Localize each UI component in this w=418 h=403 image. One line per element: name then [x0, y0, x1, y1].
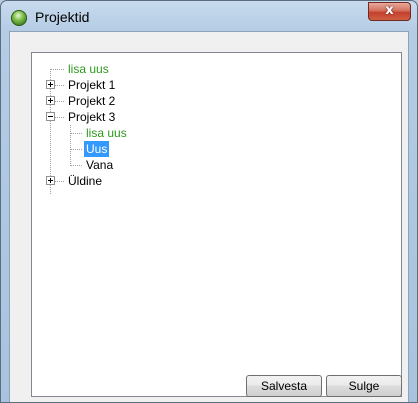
tree-connector — [54, 101, 64, 102]
window-title: Projektid — [35, 9, 90, 25]
tree-connector — [54, 117, 64, 118]
title-bar[interactable]: Projektid x — [1, 1, 417, 33]
expand-plus-icon[interactable] — [46, 96, 55, 105]
projektid-window: Projektid x lisa uus Projekt 1 Projekt 2… — [0, 0, 418, 403]
expand-plus-icon[interactable] — [46, 176, 55, 185]
window-close-button[interactable]: x — [368, 2, 411, 21]
close-button[interactable]: Sulge — [326, 375, 402, 397]
tree-item-label[interactable]: Üldine — [66, 173, 104, 189]
tree-item-label[interactable]: lisa uus — [66, 61, 111, 77]
project-tree[interactable]: lisa uus Projekt 1 Projekt 2 Projekt 3 l… — [31, 52, 402, 397]
tree-item-label[interactable]: lisa uus — [84, 125, 129, 141]
dialog-client-area: lisa uus Projekt 1 Projekt 2 Projekt 3 l… — [9, 31, 409, 402]
tree-connector — [54, 181, 64, 182]
tree-connector — [54, 85, 64, 86]
close-icon: x — [385, 3, 394, 18]
tree-connector — [70, 149, 82, 150]
app-icon — [11, 10, 27, 26]
tree-item-label[interactable]: Projekt 3 — [66, 109, 117, 125]
tree-connector — [70, 133, 82, 134]
tree-item-label[interactable]: Projekt 1 — [66, 77, 117, 93]
tree-item-label[interactable]: Uus — [84, 141, 110, 157]
collapse-minus-icon[interactable] — [46, 112, 55, 121]
tree-connector — [50, 69, 64, 70]
expand-plus-icon[interactable] — [46, 80, 55, 89]
save-button[interactable]: Salvesta — [246, 375, 322, 397]
tree-connector — [70, 125, 71, 166]
tree-connector — [70, 165, 82, 166]
tree-item-label[interactable]: Vana — [84, 157, 115, 173]
tree-item-label[interactable]: Projekt 2 — [66, 93, 117, 109]
